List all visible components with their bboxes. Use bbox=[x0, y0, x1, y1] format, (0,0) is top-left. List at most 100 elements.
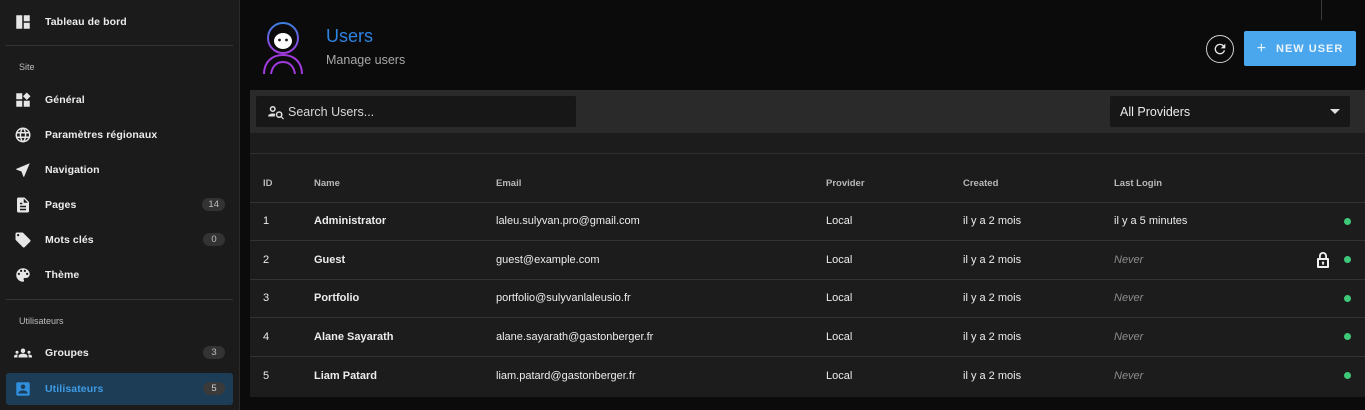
user-id-cell: 2 bbox=[250, 240, 314, 280]
user-email-cell: alane.sayarath@gastonberger.fr bbox=[496, 317, 826, 357]
user-name-cell: Portfolio bbox=[314, 279, 496, 318]
column-header-created[interactable]: Created bbox=[963, 166, 1114, 203]
page-title: Users bbox=[326, 26, 374, 46]
user-id-cell: 1 bbox=[250, 202, 314, 241]
status-dot bbox=[1344, 372, 1351, 379]
sidebar-divider bbox=[6, 45, 233, 46]
navigation-arrow-icon bbox=[14, 161, 32, 179]
column-header-name[interactable]: Name bbox=[314, 166, 496, 203]
widgets-icon bbox=[14, 91, 32, 109]
sidebar-section-users: Utilisateurs bbox=[19, 316, 64, 326]
sidebar-item-label: Tableau de bord bbox=[45, 16, 127, 28]
user-provider-cell: Local bbox=[826, 240, 963, 280]
user-provider-cell: Local bbox=[826, 279, 963, 318]
sidebar-item-label: Pages bbox=[45, 199, 77, 211]
users-table: ID Name Email Provider Created Last Logi… bbox=[250, 166, 1365, 395]
sidebar-item-navigation[interactable]: Navigation bbox=[6, 154, 233, 186]
user-created-cell: il y a 2 mois bbox=[963, 279, 1114, 318]
sidebar-item-label: Thème bbox=[45, 269, 80, 281]
page-subtitle: Manage users bbox=[326, 53, 406, 67]
page-icon bbox=[14, 196, 32, 214]
sidebar-item-general[interactable]: Général bbox=[6, 84, 233, 116]
user-id-cell: 4 bbox=[250, 317, 314, 357]
user-name-cell: Liam Patard bbox=[314, 369, 377, 382]
sidebar-item-label: Général bbox=[45, 94, 85, 106]
provider-select[interactable]: All Providers bbox=[1110, 96, 1350, 127]
user-provider-cell: Local bbox=[826, 317, 963, 357]
palette-icon bbox=[14, 266, 32, 284]
user-name-cell: Guest bbox=[314, 240, 496, 280]
search-field[interactable] bbox=[256, 96, 576, 127]
sidebar-item-label: Mots clés bbox=[45, 234, 94, 246]
user-name-cell: Alane Sayarath bbox=[314, 317, 496, 357]
sidebar-item-label: Groupes bbox=[45, 347, 89, 359]
sidebar-item-label: Paramètres régionaux bbox=[45, 129, 158, 141]
user-email-cell: portfolio@sulyvanlaleusio.fr bbox=[496, 279, 826, 318]
provider-select-value: All Providers bbox=[1120, 104, 1191, 119]
column-header-status bbox=[1264, 166, 1365, 203]
refresh-icon bbox=[1212, 41, 1228, 57]
user-email-cell: guest@example.com bbox=[496, 240, 826, 280]
new-user-label: NEW USER bbox=[1276, 42, 1344, 55]
sidebar-item-pages[interactable]: Pages 14 bbox=[6, 189, 233, 221]
sidebar-item-regional[interactable]: Paramètres régionaux bbox=[6, 119, 233, 151]
groups-icon bbox=[14, 344, 32, 362]
user-last-login-cell: il y a 5 minutes bbox=[1114, 202, 1264, 241]
count-badge: 5 bbox=[203, 382, 225, 395]
user-provider-cell: Local bbox=[826, 202, 963, 241]
divider bbox=[1321, 0, 1322, 20]
user-last-login-cell: Never bbox=[1114, 369, 1144, 382]
user-status-cell bbox=[1264, 279, 1365, 318]
sidebar-item-dashboard[interactable]: Tableau de bord bbox=[6, 6, 233, 38]
column-header-id[interactable]: ID bbox=[250, 166, 314, 203]
column-header-provider[interactable]: Provider bbox=[826, 166, 963, 203]
user-search-icon bbox=[266, 103, 288, 121]
user-status-cell bbox=[1264, 240, 1365, 280]
status-dot bbox=[1344, 333, 1351, 341]
user-email-cell: liam.patard@gastonberger.fr bbox=[496, 369, 636, 382]
users-toolbar: All Providers bbox=[250, 90, 1365, 133]
lock-icon bbox=[1316, 251, 1330, 269]
user-name-cell: Administrator bbox=[314, 202, 496, 241]
user-last-login-cell: Never bbox=[1114, 240, 1264, 280]
globe-icon bbox=[14, 126, 32, 144]
table-row[interactable]: 1 Administrator laleu.sulyvan.pro@gmail.co… bbox=[250, 202, 1365, 241]
divider bbox=[250, 153, 1365, 154]
plus-icon: + bbox=[1256, 39, 1268, 57]
count-badge: 3 bbox=[203, 346, 225, 359]
user-id-cell: 5 bbox=[263, 369, 270, 382]
user-status-cell bbox=[1264, 356, 1365, 395]
table-row[interactable]: 4 Alane Sayarath alane.sayarath@gastonberg… bbox=[250, 317, 1365, 357]
user-email-cell: laleu.sulyvan.pro@gmail.com bbox=[496, 202, 826, 241]
sidebar-item-tags[interactable]: Mots clés 0 bbox=[6, 224, 233, 256]
table-row[interactable]: 5 Liam Patard liam.patard@gastonberger.fr L… bbox=[250, 356, 1365, 395]
sidebar-section-site: Site bbox=[19, 62, 35, 72]
user-created-cell: il y a 2 mois bbox=[963, 202, 1114, 241]
tags-icon bbox=[14, 231, 32, 249]
dashboard-icon bbox=[14, 13, 32, 31]
user-provider-cell: Local bbox=[826, 369, 853, 382]
count-badge: 0 bbox=[203, 233, 225, 246]
user-created-cell: il y a 2 mois bbox=[963, 317, 1114, 357]
dropdown-caret-icon bbox=[1330, 109, 1340, 114]
refresh-button[interactable] bbox=[1206, 35, 1234, 63]
table-row[interactable]: 2 Guest guest@example.com Local il y a 2 moi… bbox=[250, 240, 1365, 280]
search-input[interactable] bbox=[288, 104, 558, 119]
table-row[interactable]: 3 Portfolio portfolio@sulyvanlaleusio.fr Lo… bbox=[250, 279, 1365, 318]
main-content: Users Manage users + NEW USER All Provid… bbox=[240, 0, 1365, 410]
user-created-cell: il y a 2 mois bbox=[963, 369, 1022, 382]
table-header-row: ID Name Email Provider Created Last Logi… bbox=[250, 166, 1365, 203]
sidebar-item-groups[interactable]: Groupes 3 bbox=[6, 337, 233, 369]
new-user-button[interactable]: + NEW USER bbox=[1244, 31, 1356, 66]
user-status-cell bbox=[1264, 202, 1365, 241]
users-panel: All Providers ID Name Email Provider Cre… bbox=[250, 90, 1365, 397]
user-last-login-cell: Never bbox=[1114, 279, 1264, 318]
sidebar-item-theme[interactable]: Thème bbox=[6, 259, 233, 291]
column-header-email[interactable]: Email bbox=[496, 166, 826, 203]
status-dot bbox=[1344, 256, 1351, 264]
users-header-icon bbox=[258, 18, 308, 78]
sidebar-divider bbox=[6, 299, 233, 300]
sidebar-item-users[interactable]: Utilisateurs 5 bbox=[6, 373, 233, 405]
column-header-last-login[interactable]: Last Login bbox=[1114, 166, 1264, 203]
account-box-icon bbox=[14, 380, 32, 398]
